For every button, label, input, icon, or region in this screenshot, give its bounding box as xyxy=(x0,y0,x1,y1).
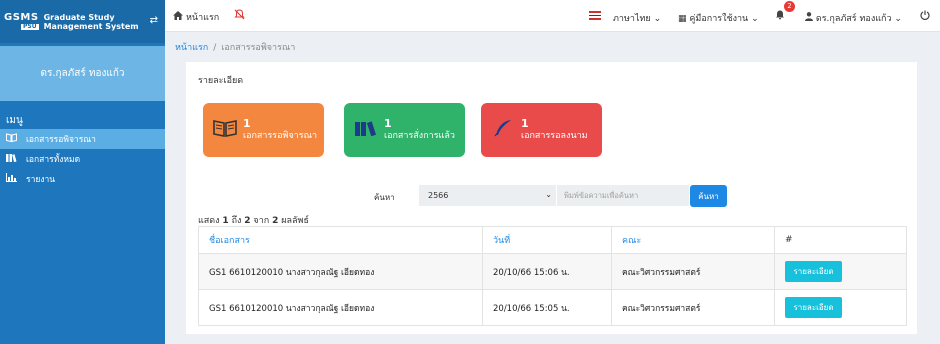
year-value: 2566 xyxy=(428,191,449,200)
breadcrumb-current: เอกสารรอพิจารณา xyxy=(221,43,296,53)
manual-dropdown[interactable]: ▦ คู่มือการใช้งาน ⌄ xyxy=(678,11,759,25)
books-icon xyxy=(348,119,384,142)
language-label: ภาษาไทย xyxy=(613,14,651,24)
doc-name-cell: GS1 6610120010 นางสาวกุลณัฐ เอียดทอง xyxy=(198,289,483,326)
column-header-action: # xyxy=(774,226,907,254)
column-header-faculty[interactable]: คณะ xyxy=(611,226,775,254)
books-icon xyxy=(5,153,17,165)
breadcrumb-home[interactable]: หน้าแรก xyxy=(175,43,208,53)
home-link[interactable]: หน้าแรก xyxy=(173,10,219,24)
breadcrumb-separator: / xyxy=(213,43,217,53)
brand: GSMS PSU Graduate Study Management Syste… xyxy=(0,0,165,43)
detail-button[interactable]: รายละเอียด xyxy=(785,297,842,318)
user-dropdown[interactable]: ดร.กุลภัสร์ ทองแก้ว ⌄ xyxy=(805,11,902,25)
stat-ordered[interactable]: 1 เอกสารสั่งการแล้ว xyxy=(344,103,465,157)
breadcrumb: หน้าแรก / เอกสารรอพิจารณา xyxy=(175,40,295,54)
topbar: หน้าแรก ภาษาไทย ⌄ ▦ คู่มือการใช้งาน ⌄ 2 … xyxy=(165,0,940,32)
sidebar-item-all-docs[interactable]: เอกสารทั้งหมด xyxy=(0,149,165,169)
chevron-down-icon: ⌄ xyxy=(545,190,552,199)
brand-text: Graduate Study Management System xyxy=(44,13,139,31)
stat-text: 1 เอกสารรอลงนาม xyxy=(521,118,588,142)
stat-text: 1 เอกสารสั่งการแล้ว xyxy=(384,118,455,142)
gsms-logo: GSMS PSU xyxy=(4,12,39,30)
column-header-name[interactable]: ชื่อเอกสาร xyxy=(198,226,483,254)
table-row: GS1 6610120010 นางสาวกุลณัฐ เอียดทอง 20/… xyxy=(198,253,907,290)
book-open-icon xyxy=(5,133,17,145)
sidebar-item-pending-docs[interactable]: เอกสารรอพิจารณา xyxy=(0,129,165,149)
column-header-date[interactable]: วันที่ xyxy=(482,226,612,254)
documents-table: ชื่อเอกสาร วันที่ คณะ # GS1 6610120010 น… xyxy=(198,226,907,326)
stat-label: เอกสารสั่งการแล้ว xyxy=(384,131,455,141)
card-title: รายละเอียด xyxy=(198,76,244,86)
home-icon xyxy=(173,11,183,23)
doc-name-cell: GS1 6610120010 นางสาวกุลณัฐ เอียดทอง xyxy=(198,253,483,290)
sidebar-item-label: รายงาน xyxy=(26,175,56,185)
table-header-row: ชื่อเอกสาร วันที่ คณะ # xyxy=(198,226,907,254)
quill-icon xyxy=(485,119,521,142)
stat-label: เอกสารรอลงนาม xyxy=(521,131,588,141)
results-summary: แสดง 1 ถึง 2 จาก 2 ผลลัพธ์ xyxy=(198,216,309,226)
notification-badge: 2 xyxy=(784,1,795,12)
book-open-icon xyxy=(207,119,243,142)
stat-label: เอกสารรอพิจารณา xyxy=(243,131,318,141)
power-icon[interactable] xyxy=(920,10,930,23)
detail-button[interactable]: รายละเอียด xyxy=(785,261,842,282)
mute-bell-icon[interactable] xyxy=(234,9,245,23)
doc-faculty-cell: คณะวิศวกรรมศาสตร์ xyxy=(611,253,775,290)
doc-date-cell: 20/10/66 15:06 น. xyxy=(482,253,612,290)
sidebar: GSMS PSU Graduate Study Management Syste… xyxy=(0,0,165,344)
sidebar-item-label: เอกสารทั้งหมด xyxy=(26,155,81,165)
chevron-down-icon: ⌄ xyxy=(751,14,759,24)
search-input[interactable] xyxy=(557,185,689,206)
stat-awaiting-sign[interactable]: 1 เอกสารรอลงนาม xyxy=(481,103,602,157)
book-icon: ▦ xyxy=(678,14,687,24)
chevron-down-icon: ⌄ xyxy=(653,14,662,24)
thai-flag-icon xyxy=(589,11,601,20)
language-dropdown[interactable]: ภาษาไทย ⌄ xyxy=(613,11,661,25)
chevron-down-icon: ⌄ xyxy=(894,14,902,24)
menu-header: เมนู xyxy=(6,115,23,126)
doc-faculty-cell: คณะวิศวกรรมศาสตร์ xyxy=(611,289,775,326)
brand-line-1: Graduate Study xyxy=(43,12,115,22)
stat-count: 1 xyxy=(521,117,529,130)
search-button[interactable]: ค้นหา xyxy=(690,185,727,207)
sidebar-item-reports[interactable]: รายงาน xyxy=(0,169,165,189)
stat-pending[interactable]: 1 เอกสารรอพิจารณา xyxy=(203,103,324,157)
notification-bell-icon[interactable] xyxy=(775,10,785,23)
manual-label: คู่มือการใช้งาน xyxy=(689,14,749,24)
sidebar-toggle-icon[interactable]: ⇄ xyxy=(150,15,158,26)
sidebar-item-label: เอกสารรอพิจารณา xyxy=(26,135,96,145)
chart-icon xyxy=(5,173,17,185)
brand-line-2: Management System xyxy=(43,21,139,31)
doc-action-cell: รายละเอียด xyxy=(774,253,907,290)
search-label: ค้นหา xyxy=(374,193,395,202)
sidebar-user-name[interactable]: ดร.กุลภัสร์ ทองแก้ว xyxy=(0,46,165,101)
doc-action-cell: รายละเอียด xyxy=(774,289,907,326)
stat-count: 1 xyxy=(384,117,392,130)
user-icon xyxy=(805,12,816,24)
home-label: หน้าแรก xyxy=(186,13,220,23)
stat-text: 1 เอกสารรอพิจารณา xyxy=(243,118,317,142)
year-select[interactable]: 2566 ⌄ xyxy=(419,185,556,206)
stat-count: 1 xyxy=(243,117,251,130)
details-card: รายละเอียด 1 เอกสารรอพิจารณา 1 เอกสารสั่… xyxy=(186,62,917,334)
doc-date-cell: 20/10/66 15:05 น. xyxy=(482,289,612,326)
user-name: ดร.กุลภัสร์ ทองแก้ว xyxy=(815,14,892,24)
table-row: GS1 6610120010 นางสาวกุลณัฐ เอียดทอง 20/… xyxy=(198,289,907,326)
